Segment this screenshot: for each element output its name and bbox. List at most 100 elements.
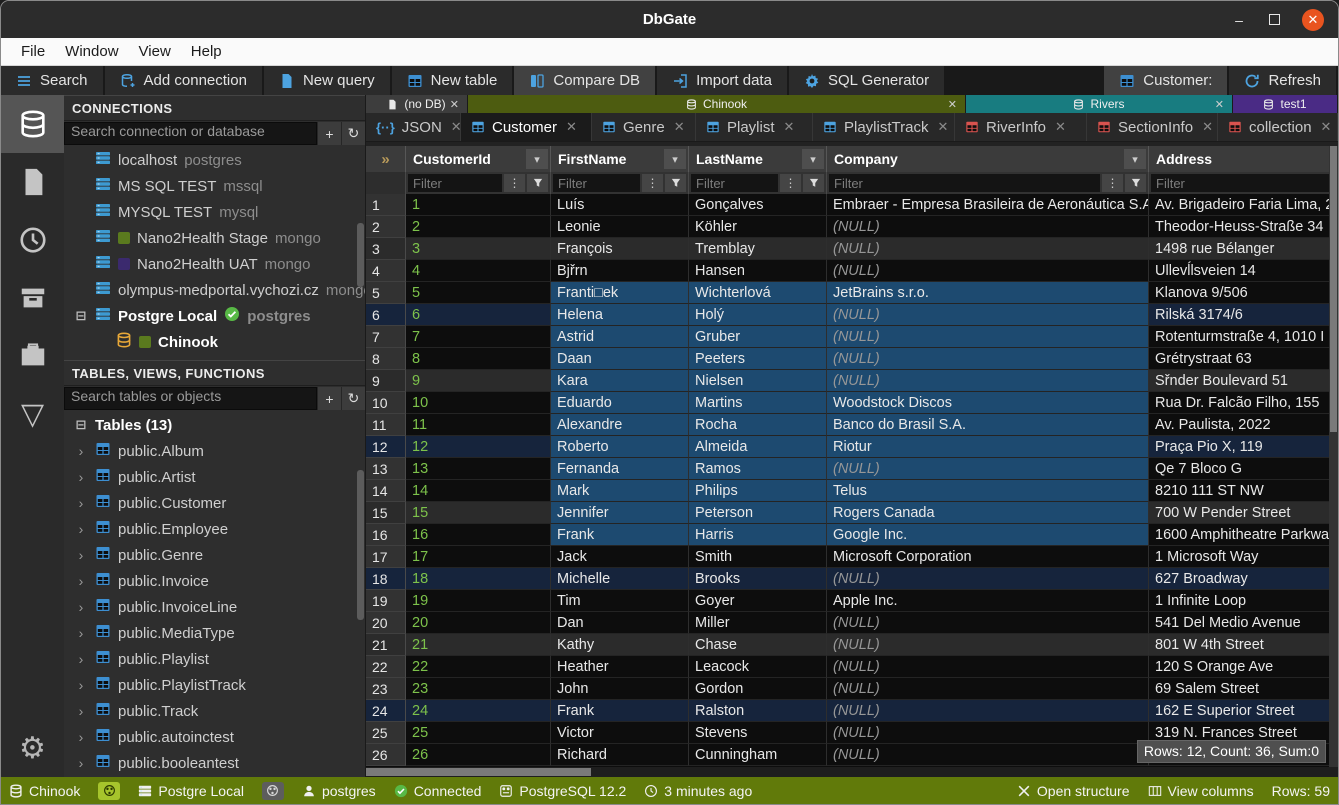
cell-firstname[interactable]: Fernanda bbox=[551, 458, 689, 480]
chevron-right-icon[interactable]: › bbox=[74, 599, 88, 615]
expand-all-header[interactable]: » bbox=[366, 146, 406, 172]
chevron-right-icon[interactable]: › bbox=[74, 703, 88, 719]
collapse-icon[interactable]: ⊟ bbox=[74, 308, 88, 324]
cell-address[interactable]: 700 W Pender Street bbox=[1149, 502, 1338, 524]
close-icon[interactable]: ✕ bbox=[1055, 119, 1066, 135]
cell-customerid[interactable]: 26 bbox=[406, 744, 551, 766]
cell-firstname[interactable]: François bbox=[551, 238, 689, 260]
kebab-menu-icon[interactable]: ⋮ bbox=[642, 174, 663, 192]
filter-input[interactable]: Filter bbox=[1151, 174, 1335, 192]
cell-firstname[interactable]: Tim bbox=[551, 590, 689, 612]
cell-company[interactable]: Woodstock Discos bbox=[827, 392, 1149, 414]
cell-lastname[interactable]: Ralston bbox=[689, 700, 827, 722]
cell-lastname[interactable]: Tremblay bbox=[689, 238, 827, 260]
table-item[interactable]: ›public.Artist bbox=[64, 464, 365, 490]
filter-icon[interactable] bbox=[665, 174, 686, 192]
status-3-minutes-ago[interactable]: 3 minutes ago bbox=[644, 783, 752, 799]
cell-firstname[interactable]: Victor bbox=[551, 722, 689, 744]
cell-customerid[interactable]: 20 bbox=[406, 612, 551, 634]
cell-customerid[interactable]: 14 bbox=[406, 480, 551, 502]
table-item[interactable]: ›public.Invoice bbox=[64, 568, 365, 594]
cell-lastname[interactable]: Cunningham bbox=[689, 744, 827, 766]
column-dropdown-icon[interactable]: ▾ bbox=[664, 149, 686, 169]
cell-lastname[interactable]: Ramos bbox=[689, 458, 827, 480]
row-number[interactable]: 22 bbox=[366, 656, 406, 678]
filter-input[interactable]: Filter bbox=[553, 174, 640, 192]
horizontal-scrollbar-thumb[interactable] bbox=[366, 768, 591, 776]
connection-item[interactable]: MYSQL TESTmysql bbox=[64, 199, 365, 225]
cell-address[interactable]: Av. Paulista, 2022 bbox=[1149, 414, 1338, 436]
table-item[interactable]: ›public.Customer bbox=[64, 490, 365, 516]
row-number[interactable]: 21 bbox=[366, 634, 406, 656]
cell-customerid[interactable]: 18 bbox=[406, 568, 551, 590]
minimize-button[interactable]: – bbox=[1231, 12, 1247, 28]
tab-group--no-db-[interactable]: (no DB)✕ bbox=[366, 95, 468, 113]
close-icon[interactable]: ✕ bbox=[937, 119, 948, 135]
cell-address[interactable]: Klanova 9/506 bbox=[1149, 282, 1338, 304]
connection-item[interactable]: localhostpostgres bbox=[64, 147, 365, 173]
cell-address[interactable]: 1600 Amphitheatre Parkwa bbox=[1149, 524, 1338, 546]
cell-company[interactable]: (NULL) bbox=[827, 656, 1149, 678]
chevron-right-icon[interactable]: › bbox=[74, 651, 88, 667]
connection-item[interactable]: Chinook bbox=[64, 329, 365, 355]
cell-lastname[interactable]: Stevens bbox=[689, 722, 827, 744]
table-item[interactable]: ›public.autoinctest bbox=[64, 724, 365, 750]
table-item[interactable]: ›public.Album bbox=[64, 438, 365, 464]
add-connection-small-button[interactable]: + bbox=[317, 122, 341, 145]
tables-scrollbar[interactable] bbox=[357, 470, 364, 620]
tab-collection[interactable]: collection✕ bbox=[1218, 113, 1338, 141]
close-icon[interactable]: ✕ bbox=[948, 98, 957, 111]
cell-lastname[interactable]: Nielsen bbox=[689, 370, 827, 392]
connection-item[interactable]: olympus-medportal.vychozi.czmongo bbox=[64, 277, 365, 303]
cell-company[interactable]: (NULL) bbox=[827, 634, 1149, 656]
chevron-right-icon[interactable]: › bbox=[74, 521, 88, 537]
cell-lastname[interactable]: Philips bbox=[689, 480, 827, 502]
cell-company[interactable]: Embraer - Empresa Brasileira de Aeronáut… bbox=[827, 194, 1149, 216]
cell-address[interactable]: Rua Dr. Falcão Filho, 155 bbox=[1149, 392, 1338, 414]
cell-address[interactable]: Sřnder Boulevard 51 bbox=[1149, 370, 1338, 392]
cell-address[interactable]: 69 Salem Street bbox=[1149, 678, 1338, 700]
rail-connections-button[interactable] bbox=[1, 95, 64, 153]
cell-lastname[interactable]: Rocha bbox=[689, 414, 827, 436]
toolbar-new-query-button[interactable]: New query bbox=[264, 66, 392, 95]
cell-address[interactable]: 801 W 4th Street bbox=[1149, 634, 1338, 656]
row-number[interactable]: 9 bbox=[366, 370, 406, 392]
table-item[interactable]: ›public.InvoiceLine bbox=[64, 594, 365, 620]
cell-company[interactable]: Apple Inc. bbox=[827, 590, 1149, 612]
cell-customerid[interactable]: 3 bbox=[406, 238, 551, 260]
row-number[interactable]: 13 bbox=[366, 458, 406, 480]
cell-address[interactable]: Qe 7 Bloco G bbox=[1149, 458, 1338, 480]
cell-lastname[interactable]: Miller bbox=[689, 612, 827, 634]
column-header-firstname[interactable]: FirstName▾ bbox=[551, 146, 689, 172]
cell-company[interactable]: (NULL) bbox=[827, 744, 1149, 766]
chevron-right-icon[interactable]: › bbox=[74, 469, 88, 485]
row-number[interactable]: 25 bbox=[366, 722, 406, 744]
cell-address[interactable]: 120 S Orange Ave bbox=[1149, 656, 1338, 678]
cell-address[interactable]: Rilská 3174/6 bbox=[1149, 304, 1338, 326]
cell-lastname[interactable]: Gonçalves bbox=[689, 194, 827, 216]
row-number[interactable]: 11 bbox=[366, 414, 406, 436]
menu-window[interactable]: Window bbox=[55, 43, 128, 60]
status-rows-59[interactable]: Rows: 59 bbox=[1272, 783, 1330, 799]
column-header-lastname[interactable]: LastName▾ bbox=[689, 146, 827, 172]
menu-help[interactable]: Help bbox=[181, 43, 232, 60]
filter-icon[interactable] bbox=[1125, 174, 1146, 192]
cell-customerid[interactable]: 25 bbox=[406, 722, 551, 744]
status-postgres[interactable]: postgres bbox=[302, 783, 376, 799]
cell-company[interactable]: (NULL) bbox=[827, 304, 1149, 326]
cell-firstname[interactable]: Bjřrn bbox=[551, 260, 689, 282]
refresh-connections-button[interactable]: ↻ bbox=[341, 122, 365, 145]
row-number[interactable]: 16 bbox=[366, 524, 406, 546]
cell-company[interactable]: (NULL) bbox=[827, 238, 1149, 260]
cell-lastname[interactable]: Harris bbox=[689, 524, 827, 546]
cell-customerid[interactable]: 9 bbox=[406, 370, 551, 392]
cell-lastname[interactable]: Peterson bbox=[689, 502, 827, 524]
cell-customerid[interactable]: 7 bbox=[406, 326, 551, 348]
row-number[interactable]: 1 bbox=[366, 194, 406, 216]
cell-firstname[interactable]: Alexandre bbox=[551, 414, 689, 436]
tab-json[interactable]: {··}JSON✕ bbox=[366, 113, 461, 141]
rail-history-button[interactable] bbox=[1, 211, 64, 269]
collapse-icon[interactable]: ⊟ bbox=[74, 417, 88, 433]
cell-address[interactable]: 627 Broadway bbox=[1149, 568, 1338, 590]
cell-company[interactable]: Riotur bbox=[827, 436, 1149, 458]
